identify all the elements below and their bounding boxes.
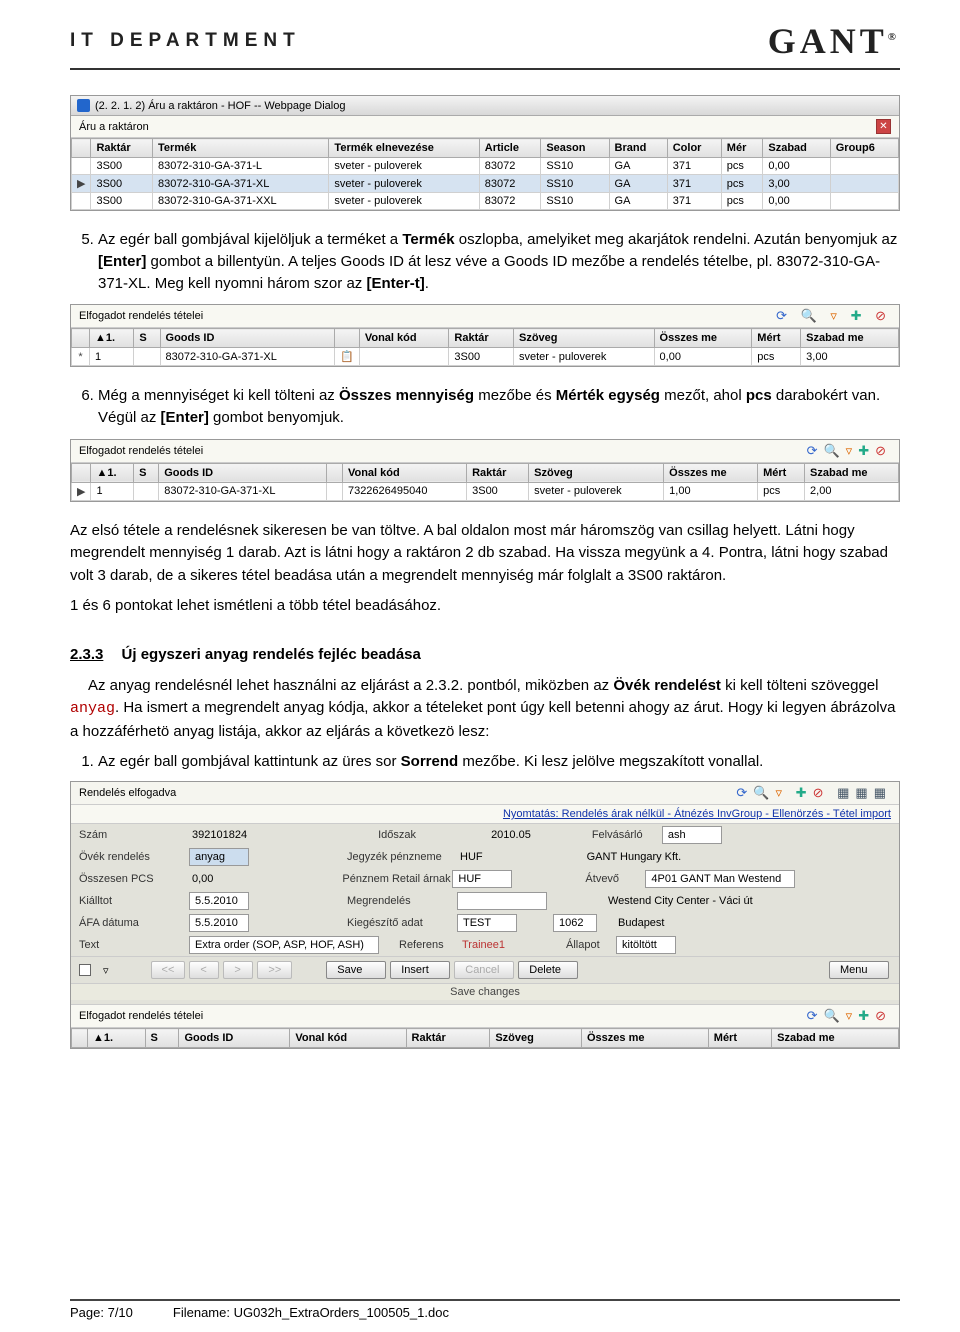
export-icon: ▦ <box>855 785 871 800</box>
felvasarlo-input[interactable]: ash <box>662 826 722 844</box>
section-heading: 2.3.3 Új egyszeri anyag rendelés fejléc … <box>70 646 900 663</box>
body-paragraph-1: Az elsó tétele a rendelésnek sikeresen b… <box>70 520 900 588</box>
section-title: Új egyszeri anyag rendelés fejléc beadás… <box>122 646 421 663</box>
instruction-5: Az egér ball gombjával kijelöljuk a term… <box>98 229 900 294</box>
add-icon: ✚ <box>851 308 866 323</box>
instruction-6: Még a mennyiséget ki kell tölteni az Öss… <box>98 385 900 429</box>
instruction-list-1b: Az egér ball gombjával kattintunk az üre… <box>70 751 900 773</box>
save-changes-label: Save changes <box>71 983 899 1000</box>
kieg-input[interactable]: TEST <box>457 914 517 932</box>
filter-icon: ▿ <box>830 308 841 323</box>
stock-table: RaktárTermékTermék elnevezéseArticleSeas… <box>71 138 899 210</box>
panel-toolbar-icons: ⟳ 🔍 ▿ ✚ ⊘ <box>775 308 891 324</box>
order-table-b: ▲1.SGoods IDVonal kódRaktárSzövegÖsszes … <box>71 463 899 501</box>
nav-first-button[interactable]: << <box>151 961 186 979</box>
stock-dialog-screenshot: (2. 2. 1. 2) Áru a raktáron - HOF -- Web… <box>70 95 900 211</box>
kialltot-input[interactable]: 5.5.2010 <box>189 892 249 910</box>
ie-icon <box>77 99 90 112</box>
order-header-form: Rendelés elfogadva ⟳🔍▿ ✚⊘ ▦▦▦ Nyomtatás:… <box>70 781 900 1049</box>
allapot-input[interactable]: kitöltött <box>616 936 676 954</box>
filename: Filename: UG032h_ExtraOrders_100505_1.do… <box>173 1305 449 1320</box>
order-items-panel-b: Elfogadot rendelés tételei ⟳🔍▿✚⊘ ▲1.SGoo… <box>70 439 900 502</box>
order-items-panel-a: Elfogadot rendelés tételei ⟳ 🔍 ▿ ✚ ⊘ ▲1.… <box>70 304 900 367</box>
form-title: Rendelés elfogadva <box>79 787 176 799</box>
penznem-input[interactable]: HUF <box>452 870 512 888</box>
dept-label: IT DEPARTMENT <box>70 30 301 52</box>
dialog-titlebar: (2. 2. 1. 2) Áru a raktáron - HOF -- Web… <box>71 96 899 116</box>
nav-last-button[interactable]: >> <box>257 961 292 979</box>
instruction-list-6: Még a mennyiséget ki kell tölteni az Öss… <box>70 385 900 429</box>
body-paragraph-2: 1 és 6 pontokat lehet ismétleni a több t… <box>70 595 900 618</box>
dialog-subtitle: Áru a raktáron <box>79 121 149 133</box>
panel3-title: Elfogadot rendelés tételei <box>79 1010 203 1022</box>
instruction-1b: Az egér ball gombjával kattintunk az üre… <box>98 751 900 773</box>
nav-next-button[interactable]: > <box>223 961 253 979</box>
instruction-list-5: Az egér ball gombjával kijelöljuk a term… <box>70 229 900 294</box>
cancel-button[interactable]: Cancel <box>454 961 514 979</box>
panel3-table: ▲1.SGoods IDVonal kódRaktárSzövegÖsszes … <box>71 1028 899 1048</box>
order-table-a: ▲1.SGoods IDVonal kódRaktárSzövegÖsszes … <box>71 328 899 366</box>
print-links[interactable]: Nyomtatás: Rendelés árak nélkül - Átnézé… <box>503 808 891 820</box>
insert-button[interactable]: Insert <box>390 961 450 979</box>
page-footer: Page: 7/10 Filename: UG032h_ExtraOrders_… <box>70 1299 900 1320</box>
section-number: 2.3.3 <box>70 646 103 663</box>
tools-icon: ▦ <box>874 785 890 800</box>
afa-input[interactable]: 5.5.2010 <box>189 914 249 932</box>
panel-title: Elfogadot rendelés tételei <box>79 445 203 457</box>
search-icon: 🔍 <box>801 308 821 323</box>
brand-logo: GANT® <box>768 20 900 62</box>
nav-prev-button[interactable]: < <box>189 961 219 979</box>
close-icon[interactable]: ✕ <box>876 119 891 134</box>
panel-toolbar-icons: ⟳🔍▿✚⊘ <box>806 443 891 459</box>
text-input[interactable]: Extra order (SOP, ASP, HOF, ASH) <box>189 936 379 954</box>
atvevo-input[interactable]: 4P01 GANT Man Westend <box>645 870 795 888</box>
dialog-title: (2. 2. 1. 2) Áru a raktáron - HOF -- Web… <box>95 100 345 112</box>
ovek-input[interactable]: anyag <box>189 848 249 866</box>
save-button[interactable]: Save <box>326 961 386 979</box>
refresh-icon: ⟳ <box>776 308 791 323</box>
menu-button[interactable]: Menu <box>829 961 889 979</box>
panel-title: Elfogadot rendelés tételei <box>79 310 203 322</box>
delete-icon: ⊘ <box>875 308 890 323</box>
filter-checkbox[interactable] <box>79 964 91 976</box>
page-header: IT DEPARTMENT GANT® <box>70 20 900 70</box>
form-toolbar-icons: ⟳🔍▿ ✚⊘ ▦▦▦ <box>735 785 891 801</box>
delete-button[interactable]: Delete <box>518 961 578 979</box>
megrend-input[interactable] <box>457 892 547 910</box>
report-icon: ▦ <box>837 785 853 800</box>
page-number: Page: 7/10 <box>70 1305 133 1320</box>
body-paragraph-3: Az anyag rendelésnél lehet használni az … <box>70 675 900 744</box>
